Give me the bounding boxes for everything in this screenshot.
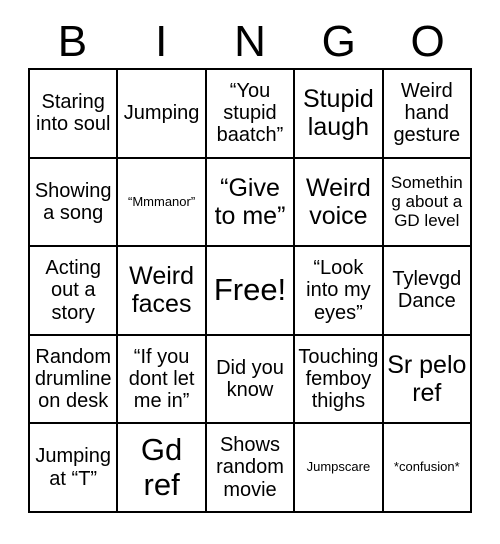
bingo-cell-label: Acting out a story xyxy=(45,256,101,324)
bingo-cell-label: Jumping xyxy=(123,102,200,125)
bingo-cell-r3c5[interactable]: Tylevgd Dance xyxy=(383,247,472,336)
bingo-cell-r4c4[interactable]: Touching femboy thighs xyxy=(295,335,384,425)
bingo-card: B I N G O Staring into soul Jumping “You s… xyxy=(0,0,500,544)
bingo-header-letter-i: I xyxy=(155,17,168,66)
bingo-cell-r4c2[interactable]: “If you dont let me in” xyxy=(118,335,207,425)
bingo-cell-label: Gd ref xyxy=(140,431,183,502)
bingo-cell-label: Something about a GD level xyxy=(390,173,463,231)
bingo-cell-label: Touching femboy thighs xyxy=(298,345,379,413)
bingo-cell-r1c5[interactable]: Weird hand gesture xyxy=(383,70,472,159)
bingo-cell-label: “Mmmanor” xyxy=(128,193,196,209)
bingo-cell-r2c2[interactable]: “Mmmanor” xyxy=(118,158,207,248)
bingo-header-letter-b: B xyxy=(57,17,88,66)
bingo-cell-r5c5[interactable]: *confusion* xyxy=(383,424,472,513)
bingo-cell-r3c4[interactable]: “Look into my eyes” xyxy=(295,247,384,336)
bingo-cell-r5c3[interactable]: Shows random movie xyxy=(206,424,296,513)
bingo-cell-label: *confusion* xyxy=(393,459,460,475)
bingo-cell-r3c1[interactable]: Acting out a story xyxy=(30,247,119,336)
bingo-header: B I N G O xyxy=(28,16,472,68)
bingo-cell-label: Sr pelo ref xyxy=(387,351,467,408)
bingo-header-letter-g: G xyxy=(321,17,356,66)
bingo-cell-r2c5[interactable]: Something about a GD level xyxy=(383,158,472,248)
bingo-cell-label: Weird hand gesture xyxy=(393,79,461,147)
bingo-cell-r1c1[interactable]: Staring into soul xyxy=(30,70,119,159)
bingo-cell-label: Jumpscare xyxy=(306,459,371,475)
bingo-cell-label: “Look into my eyes” xyxy=(306,256,371,324)
bingo-cell-label: Weird faces xyxy=(129,262,195,319)
bingo-cell-r3c2[interactable]: Weird faces xyxy=(118,247,207,336)
bingo-cell-r2c1[interactable]: Showing a song xyxy=(30,158,119,248)
bingo-cell-label: Random drumline on desk xyxy=(34,345,112,413)
bingo-cell-r3c3[interactable]: Free! xyxy=(206,247,296,336)
bingo-grid: Staring into soul Jumping “You stupid baat… xyxy=(28,68,472,513)
bingo-cell-label: “You stupid baatch” xyxy=(216,79,284,147)
bingo-cell-r1c4[interactable]: Stupid laugh xyxy=(295,70,384,159)
bingo-cell-label: Jumping at “T” xyxy=(35,445,111,490)
bingo-header-letter-n: N xyxy=(234,17,266,66)
bingo-cell-label: Showing a song xyxy=(34,179,112,224)
bingo-cell-r4c5[interactable]: Sr pelo ref xyxy=(383,335,472,425)
bingo-cell-label: Free! xyxy=(213,272,287,308)
bingo-cell-r2c3[interactable]: “Give to me” xyxy=(206,158,296,248)
bingo-cell-r2c4[interactable]: Weird voice xyxy=(295,158,384,248)
bingo-cell-r4c1[interactable]: Random drumline on desk xyxy=(30,335,119,425)
bingo-cell-label: Staring into soul xyxy=(35,90,111,136)
bingo-cell-label: Weird voice xyxy=(305,173,371,230)
bingo-cell-label: “If you dont let me in” xyxy=(128,345,195,413)
bingo-cell-r5c2[interactable]: Gd ref xyxy=(118,424,207,513)
bingo-cell-r5c4[interactable]: Jumpscare xyxy=(295,424,384,513)
bingo-cell-r5c1[interactable]: Jumping at “T” xyxy=(30,424,119,513)
bingo-cell-r1c2[interactable]: Jumping xyxy=(118,70,207,159)
bingo-cell-r4c3[interactable]: Did you know xyxy=(206,335,296,425)
bingo-cell-r1c3[interactable]: “You stupid baatch” xyxy=(206,70,296,159)
bingo-cell-label: Tylevgd Dance xyxy=(392,268,462,313)
bingo-cell-label: “Give to me” xyxy=(214,173,286,230)
bingo-header-letter-o: O xyxy=(410,17,445,66)
bingo-cell-label: Stupid laugh xyxy=(302,85,374,142)
bingo-cell-label: Did you know xyxy=(216,356,284,402)
bingo-cell-label: Shows random movie xyxy=(216,434,284,501)
